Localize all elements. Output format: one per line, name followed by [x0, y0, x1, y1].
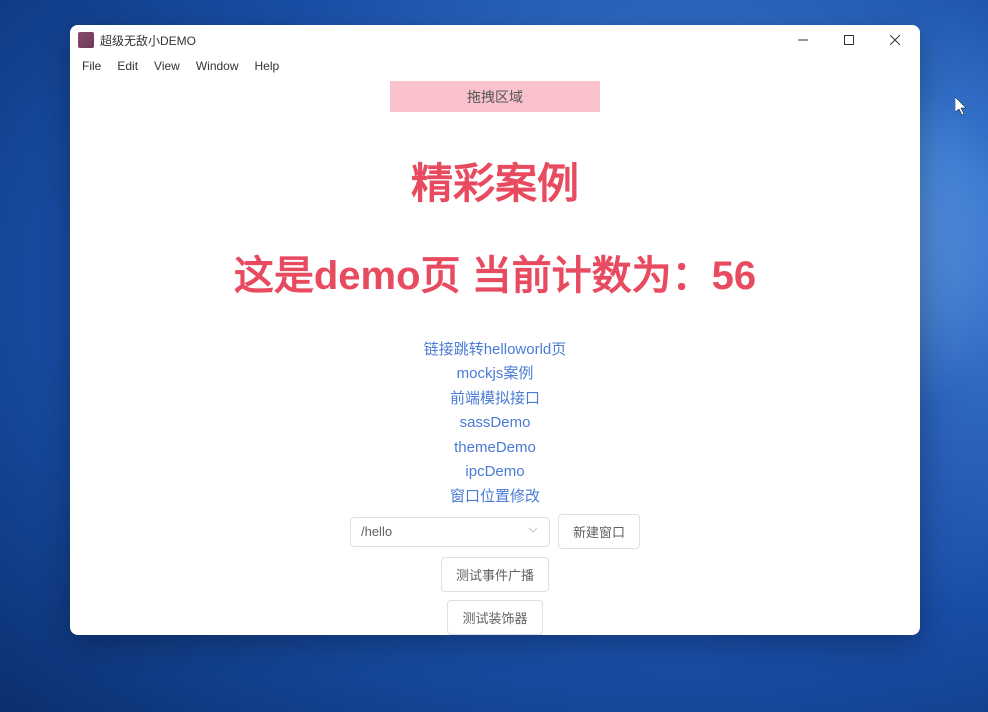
link-window-position[interactable]: 窗口位置修改	[450, 486, 540, 509]
menu-help[interactable]: Help	[247, 57, 288, 75]
chevron-down-icon	[527, 524, 539, 539]
menu-view[interactable]: View	[146, 57, 188, 75]
select-value: /hello	[361, 524, 392, 539]
drag-zone[interactable]: 拖拽区域	[390, 81, 600, 112]
menu-window[interactable]: Window	[188, 57, 247, 75]
menubar: File Edit View Window Help	[70, 55, 920, 77]
button-row-2: 测试事件广播	[441, 557, 549, 592]
menu-file[interactable]: File	[74, 57, 109, 75]
app-icon	[78, 32, 94, 48]
test-decorator-button[interactable]: 测试装饰器	[447, 600, 542, 635]
new-window-button[interactable]: 新建窗口	[558, 514, 640, 549]
minimize-button[interactable]	[780, 25, 826, 55]
heading-counter: 这是demo页 当前计数为：56	[234, 243, 756, 301]
links-list: 链接跳转helloworld页 mockjs案例 前端模拟接口 sassDemo…	[424, 339, 567, 509]
content-area: 拖拽区域 精彩案例 这是demo页 当前计数为：56 链接跳转helloworl…	[70, 77, 920, 635]
close-button[interactable]	[872, 25, 918, 55]
test-broadcast-button[interactable]: 测试事件广播	[441, 557, 549, 592]
maximize-button[interactable]	[826, 25, 872, 55]
route-select[interactable]: /hello	[350, 517, 550, 547]
link-frontend-mock[interactable]: 前端模拟接口	[450, 388, 540, 411]
app-window: 超级无敌小DEMO File Edit View Window Help 拖拽区…	[70, 25, 920, 635]
link-helloworld[interactable]: 链接跳转helloworld页	[424, 339, 567, 362]
link-sass-demo[interactable]: sassDemo	[460, 412, 531, 435]
controls-row: /hello 新建窗口	[350, 514, 640, 549]
heading-main: 精彩案例	[411, 150, 579, 211]
window-controls	[780, 25, 918, 55]
drag-zone-label: 拖拽区域	[467, 87, 523, 107]
link-theme-demo[interactable]: themeDemo	[454, 437, 536, 460]
link-mockjs[interactable]: mockjs案例	[457, 363, 534, 386]
link-ipc-demo[interactable]: ipcDemo	[465, 461, 524, 484]
window-title: 超级无敌小DEMO	[100, 32, 780, 49]
menu-edit[interactable]: Edit	[109, 57, 146, 75]
titlebar[interactable]: 超级无敌小DEMO	[70, 25, 920, 55]
button-row-3: 测试装饰器	[447, 600, 542, 635]
